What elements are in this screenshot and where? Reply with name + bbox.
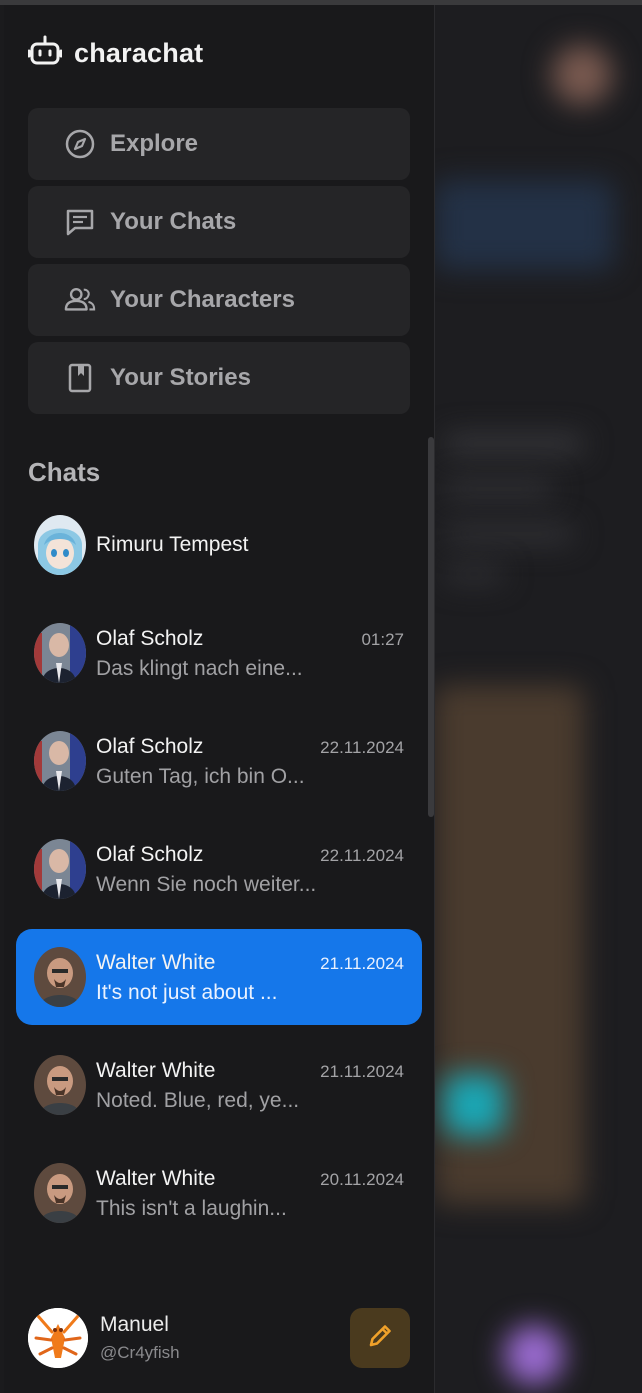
avatar (34, 947, 86, 1007)
chat-item[interactable]: Olaf Scholz 01:27 Das klingt nach eine..… (16, 605, 422, 701)
users-icon (64, 284, 96, 316)
robot-icon (27, 35, 63, 72)
chat-name: Walter White (96, 1167, 216, 1190)
chat-name: Olaf Scholz (96, 843, 204, 866)
chat-time: 21.11.2024 (320, 954, 404, 973)
chats-section-title: Chats (28, 457, 101, 487)
chat-name: Walter White (96, 1059, 216, 1082)
chat-time: 22.11.2024 (320, 738, 404, 757)
chat-time: 22.11.2024 (320, 846, 404, 865)
user-handle: @Cr4yfish (100, 1343, 180, 1362)
chat-item-active[interactable]: Walter White 21.11.2024 It's not just ab… (16, 929, 422, 1025)
chat-preview: It's not just about ... (96, 981, 278, 1004)
blurred-background (434, 5, 642, 1393)
chat-name: Walter White (96, 951, 216, 974)
avatar (34, 515, 86, 575)
nav-label: Your Chats (110, 208, 237, 235)
chat-item[interactable]: Olaf Scholz 22.11.2024 Wenn Sie noch wei… (16, 821, 422, 917)
brand[interactable]: charachat (27, 35, 204, 72)
avatar (34, 1055, 86, 1115)
nav-your-characters[interactable]: Your Characters (28, 264, 410, 336)
chat-name: Olaf Scholz (96, 627, 204, 650)
window-top-border (0, 0, 642, 5)
nav-your-stories[interactable]: Your Stories (28, 342, 410, 414)
background-fab (504, 1325, 564, 1385)
nav-explore[interactable]: Explore (28, 108, 410, 180)
chat-item[interactable]: Walter White 20.11.2024 This isn't a lau… (16, 1145, 422, 1241)
pencil-icon (366, 1322, 394, 1355)
nav-your-chats[interactable]: Your Chats (28, 186, 410, 258)
chat-time: 21.11.2024 (320, 1062, 404, 1081)
chat-time: 20.11.2024 (320, 1170, 404, 1189)
avatar (34, 731, 86, 791)
chat-item[interactable]: Walter White 21.11.2024 Noted. Blue, red… (16, 1037, 422, 1133)
background-card (434, 180, 614, 270)
message-icon (64, 206, 96, 238)
app-name: charachat (74, 38, 204, 68)
avatar (34, 839, 86, 899)
nav-label: Your Stories (110, 364, 251, 391)
chat-preview: This isn't a laughin... (96, 1197, 287, 1220)
chat-preview: Das klingt nach eine... (96, 657, 303, 680)
chat-item[interactable]: Rimuru Tempest (16, 497, 422, 593)
chat-preview: Wenn Sie noch weiter... (96, 873, 317, 896)
nav-label: Your Characters (110, 286, 295, 313)
sidebar: charachat Explore Your Chats Your Charac… (4, 5, 435, 1393)
background-text (444, 480, 554, 498)
chat-item[interactable]: Olaf Scholz 22.11.2024 Guten Tag, ich bi… (16, 713, 422, 809)
avatar (34, 1163, 86, 1223)
user-name: Manuel (100, 1313, 169, 1336)
background-text (444, 435, 584, 453)
nav-label: Explore (110, 130, 199, 157)
chat-name: Olaf Scholz (96, 735, 204, 758)
book-icon (64, 362, 96, 394)
chat-name: Rimuru Tempest (96, 533, 249, 556)
background-image-highlight (444, 1075, 504, 1135)
background-text (444, 525, 574, 543)
chat-time: 01:27 (361, 630, 404, 649)
compass-icon (64, 128, 96, 160)
background-avatar (552, 45, 612, 105)
chat-preview: Guten Tag, ich bin O... (96, 765, 305, 788)
user-profile[interactable]: Manuel @Cr4yfish (28, 1305, 418, 1375)
background-text (444, 565, 504, 583)
new-chat-button[interactable] (350, 1308, 410, 1368)
user-avatar[interactable] (28, 1308, 88, 1368)
chat-preview: Noted. Blue, red, ye... (96, 1089, 300, 1112)
scrollbar[interactable] (428, 437, 434, 817)
avatar (34, 623, 86, 683)
